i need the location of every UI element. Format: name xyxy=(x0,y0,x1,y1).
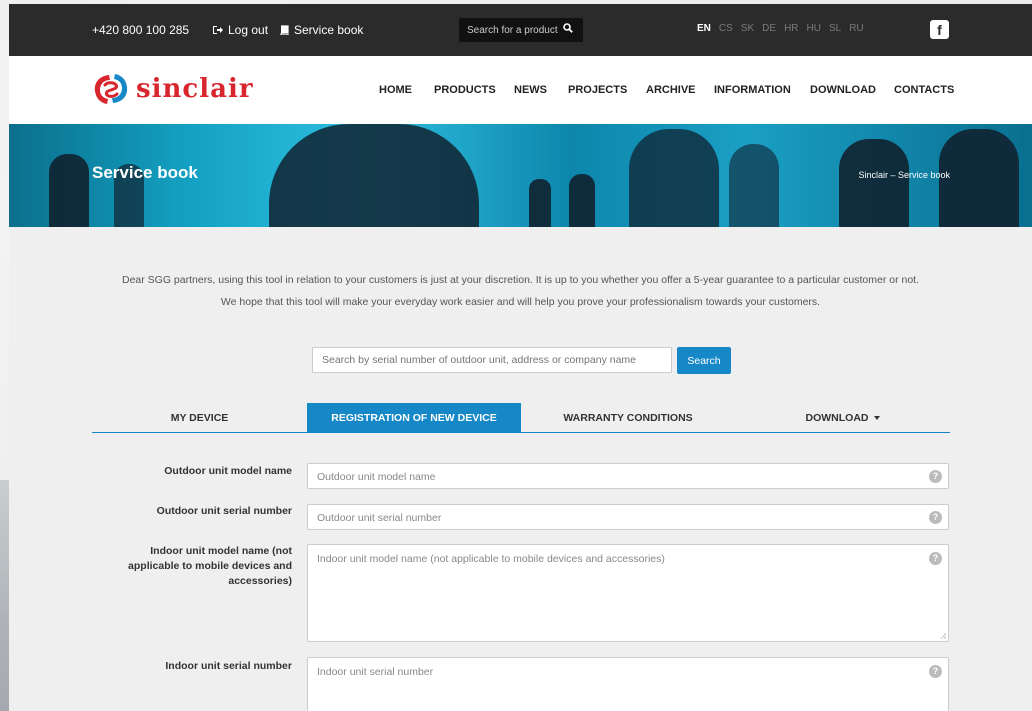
tabs: MY DEVICE REGISTRATION OF NEW DEVICE WAR… xyxy=(92,403,950,433)
service-book-link[interactable]: Service book xyxy=(279,23,363,37)
intro-text-line-2: We hope that this tool will make your ev… xyxy=(220,296,821,308)
intro-text-line-1: Dear SGG partners, using this tool in re… xyxy=(121,274,920,286)
device-search-input[interactable] xyxy=(312,347,672,373)
indoor-serial-field[interactable]: Indoor unit serial number ? xyxy=(307,657,949,711)
hero-silhouette xyxy=(569,174,595,227)
tab-label: MY DEVICE xyxy=(170,412,229,424)
lang-de[interactable]: DE xyxy=(762,23,776,34)
hero-silhouette xyxy=(729,144,779,227)
resize-grip-icon[interactable] xyxy=(940,633,946,639)
lang-hu[interactable]: HU xyxy=(807,23,821,34)
hero-silhouette xyxy=(939,129,1019,227)
product-search-placeholder: Search for a product xyxy=(467,24,558,36)
outdoor-model-placeholder: Outdoor unit model name xyxy=(317,471,436,483)
logo[interactable]: sinclair xyxy=(92,70,254,108)
hero-silhouette xyxy=(629,129,719,227)
tab-registration-of-new-device[interactable]: REGISTRATION OF NEW DEVICE xyxy=(307,403,521,433)
indoor-model-textarea[interactable]: Indoor unit model name (not applicable t… xyxy=(307,544,949,642)
page: +420 800 100 285 Log out Service book Se… xyxy=(9,4,1032,711)
lang-en[interactable]: EN xyxy=(697,23,711,34)
indoor-model-placeholder: Indoor unit model name (not applicable t… xyxy=(317,553,665,565)
facebook-icon[interactable]: f xyxy=(930,20,949,39)
device-search-row: Search xyxy=(312,347,731,374)
lang-hr[interactable]: HR xyxy=(784,23,798,34)
main-nav: HOME PRODUCTS NEWS PROJECTS ARCHIVE INFO… xyxy=(379,84,956,96)
hero-banner: Service book Sinclair – Service book xyxy=(9,124,1032,227)
outdoor-model-label: Outdoor unit model name xyxy=(164,465,292,477)
indoor-serial-label: Indoor unit serial number xyxy=(165,660,292,672)
help-icon[interactable]: ? xyxy=(929,665,942,678)
lang-cs[interactable]: CS xyxy=(719,23,733,34)
help-icon[interactable]: ? xyxy=(929,511,942,524)
search-button[interactable]: Search xyxy=(677,347,731,374)
tab-label: DOWNLOAD xyxy=(805,412,869,424)
hero-silhouette xyxy=(839,139,909,227)
hero-silhouette xyxy=(49,154,89,227)
nav-news[interactable]: NEWS xyxy=(514,84,568,96)
outdoor-serial-placeholder: Outdoor unit serial number xyxy=(317,512,442,524)
tab-warranty-conditions[interactable]: WARRANTY CONDITIONS xyxy=(521,403,735,433)
nav-download[interactable]: DOWNLOAD xyxy=(810,84,894,96)
top-bar: +420 800 100 285 Log out Service book Se… xyxy=(9,4,1032,56)
help-icon[interactable]: ? xyxy=(929,552,942,565)
help-icon[interactable]: ? xyxy=(929,470,942,483)
outdoor-serial-field[interactable]: Outdoor unit serial number ? xyxy=(307,504,949,530)
tab-label: REGISTRATION OF NEW DEVICE xyxy=(331,412,497,424)
indoor-model-label: Indoor unit model name (not applicable t… xyxy=(128,545,292,587)
tab-label: WARRANTY CONDITIONS xyxy=(563,412,693,424)
nav-products[interactable]: PRODUCTS xyxy=(434,84,514,96)
lang-sl[interactable]: SL xyxy=(829,23,841,34)
main-nav-bar: sinclair HOME PRODUCTS NEWS PROJECTS ARC… xyxy=(9,56,1032,124)
nav-home[interactable]: HOME xyxy=(379,84,434,96)
logout-label: Log out xyxy=(228,23,269,37)
book-icon xyxy=(280,25,289,35)
nav-archive[interactable]: ARCHIVE xyxy=(646,84,714,96)
breadcrumb[interactable]: Sinclair – Service book xyxy=(858,170,950,180)
tab-download[interactable]: DOWNLOAD xyxy=(735,403,950,433)
caret-down-icon xyxy=(873,416,880,420)
tab-my-device[interactable]: MY DEVICE xyxy=(92,403,307,433)
outdoor-serial-label: Outdoor unit serial number xyxy=(156,505,292,517)
indoor-serial-placeholder: Indoor unit serial number xyxy=(317,666,434,678)
nav-projects[interactable]: PROJECTS xyxy=(568,84,646,96)
lang-sk[interactable]: SK xyxy=(741,23,754,34)
brand-name: sinclair xyxy=(136,74,254,104)
service-book-label: Service book xyxy=(294,23,364,37)
logout-icon xyxy=(213,26,223,34)
hero-silhouette xyxy=(269,124,479,227)
product-search-input[interactable]: Search for a product xyxy=(459,18,583,42)
sinclair-logo-icon xyxy=(94,74,128,104)
search-icon[interactable] xyxy=(563,23,573,33)
nav-contacts[interactable]: CONTACTS xyxy=(894,84,956,96)
language-switcher: EN CS SK DE HR HU SL RU xyxy=(697,23,864,34)
hero-silhouette xyxy=(529,179,551,227)
phone-number[interactable]: +420 800 100 285 xyxy=(92,23,189,37)
logout-link[interactable]: Log out xyxy=(212,23,268,37)
nav-information[interactable]: INFORMATION xyxy=(714,84,810,96)
page-title: Service book xyxy=(92,163,198,182)
lang-ru[interactable]: RU xyxy=(849,23,863,34)
outdoor-model-field[interactable]: Outdoor unit model name ? xyxy=(307,463,949,489)
